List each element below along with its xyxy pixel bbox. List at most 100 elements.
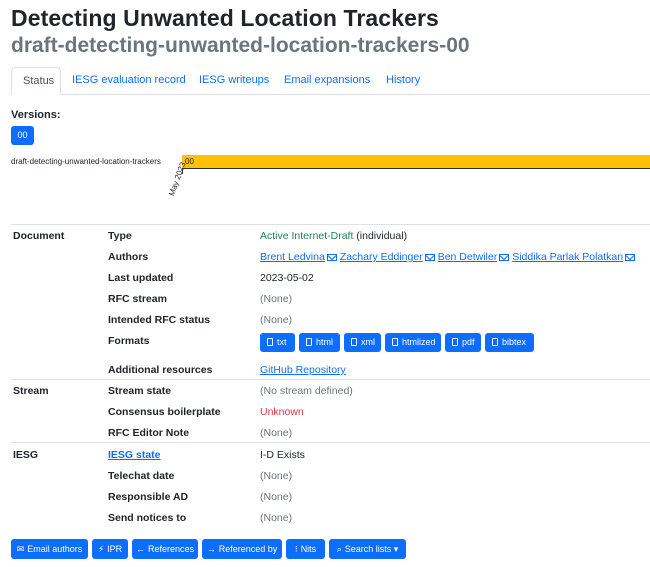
rfc-stream-label: RFC stream [108,293,167,305]
button-label: IPR [107,544,123,554]
last-updated-label: Last updated [108,272,174,284]
format-htmlized-button[interactable]: htmlized [385,333,441,352]
tab-iesg-evaluation-record[interactable]: IESG evaluation record [61,67,197,93]
vertical-dots-icon: ⁝ [294,544,298,554]
nits-button[interactable]: ⁝ Nits [286,539,325,559]
stream-state-label: Stream state [108,385,172,397]
row-responsible-ad: Responsible AD (None) [11,485,650,506]
section-stream: Stream [13,385,49,397]
consensus-label: Consensus boilerplate [108,406,221,418]
arrow-right-icon: → [206,544,216,554]
button-label: Referenced by [218,544,278,554]
search-icon: ⌕ [336,544,342,554]
email-icon[interactable] [424,253,435,261]
responsible-ad-value: (None) [260,491,293,503]
intended-status-label: Intended RFC status [108,314,211,326]
email-authors-button[interactable]: ✉ Email authors [11,539,88,559]
email-icon[interactable] [625,253,636,261]
tab-history[interactable]: History [375,67,431,93]
format-pdf-button[interactable]: pdf [445,333,481,352]
referenced-by-button[interactable]: → Referenced by [202,539,282,559]
row-additional-resources: Additional resources GitHub Repository [11,358,650,379]
responsible-ad-label: Responsible AD [108,491,189,503]
row-consensus: Consensus boilerplate Unknown [11,400,650,421]
file-icon [492,338,498,346]
iesg-state-value: I-D Exists [260,449,305,461]
tab-iesg-writeups[interactable]: IESG writeups [188,67,280,93]
format-bibtex-button[interactable]: bibtex [485,333,534,352]
format-label: htmlized [402,337,436,347]
authors-label: Authors [108,251,149,263]
stream-state-value: (No stream defined) [260,385,353,397]
page-title: Detecting Unwanted Location Trackers [11,5,439,31]
tab-status[interactable]: Status [11,67,61,95]
caret-down-icon: ▾ [393,544,399,554]
author-link[interactable]: Siddika Parlak Polatkan [512,251,623,263]
additional-resources-label: Additional resources [108,364,213,376]
row-authors: Authors Brent Ledvina Zachary Eddinger Ben… [11,245,650,266]
section-document: Document [13,230,65,242]
button-label: Email authors [27,544,83,554]
iesg-state-link[interactable]: IESG state [108,449,161,461]
rfc-editor-note-value: (None) [260,427,293,439]
timeline-date-label: May 2023 [167,160,188,198]
format-label: bibtex [502,337,527,347]
search-lists-dropdown[interactable]: ⌕ Search lists ▾ [329,539,406,559]
author-link[interactable]: Brent Ledvina [260,251,325,263]
telechat-label: Telechat date [108,470,175,482]
versions-label: Versions: [11,109,61,121]
row-telechat: Telechat date (None) [11,464,650,485]
rfc-editor-note-label: RFC Editor Note [108,427,190,439]
github-repository-link[interactable]: GitHub Repository [260,364,346,376]
format-label: pdf [462,337,475,347]
row-send-notices: Send notices to (None) [11,506,650,527]
type-label: Type [108,230,132,242]
timeline-draft-name: draft-detecting-unwanted-location-tracke… [11,157,161,166]
lightning-icon: ⚡ [97,544,105,554]
file-icon [351,338,357,346]
timeline-bar[interactable]: 00 [182,155,650,169]
envelope-icon: ✉ [16,544,25,554]
version-00-button[interactable]: 00 [11,126,34,145]
section-iesg: IESG [13,449,39,461]
author-link[interactable]: Zachary Eddinger [340,251,423,263]
references-button[interactable]: ← References [132,539,198,559]
draft-state: Active Internet-Draft [260,230,354,242]
format-label: txt [277,337,287,347]
file-icon [392,338,398,346]
rfc-stream-value: (None) [260,293,293,305]
format-html-button[interactable]: html [299,333,340,352]
tab-bar: Status IESG evaluation record IESG write… [11,67,650,95]
ipr-button[interactable]: ⚡ IPR [92,539,128,559]
button-label: References [147,544,195,554]
file-icon [452,338,458,346]
file-icon [267,338,273,346]
file-icon [306,338,312,346]
format-label: html [316,337,334,347]
telechat-value: (None) [260,470,293,482]
consensus-value: Unknown [260,406,304,418]
authors-list: Brent Ledvina Zachary Eddinger Ben Detwile… [260,251,638,263]
row-type: Document Type Active Internet-Draft (ind… [11,224,650,245]
email-icon[interactable] [326,253,337,261]
tab-email-expansions[interactable]: Email expansions [273,67,381,93]
last-updated-value: 2023-05-02 [260,272,314,284]
row-iesg-state: IESG IESG state I-D Exists [11,443,650,464]
row-rfc-stream: RFC stream (None) [11,287,650,308]
author-link[interactable]: Ben Detwiler [438,251,498,263]
row-rfc-editor-note: RFC Editor Note (None) [11,421,650,442]
button-label: Search lists [344,544,392,554]
draft-origin: (individual) [356,230,408,242]
format-label: xml [361,337,375,347]
intended-status-value: (None) [260,314,293,326]
row-intended-status: Intended RFC status (None) [11,308,650,329]
draft-name-subtitle: draft-detecting-unwanted-location-tracke… [11,34,470,57]
format-xml-button[interactable]: xml [344,333,381,352]
format-txt-button[interactable]: txt [260,333,295,352]
button-label: Nits [300,544,317,554]
send-notices-label: Send notices to [108,512,187,524]
row-last-updated: Last updated 2023-05-02 [11,266,650,287]
arrow-left-icon: ← [135,544,145,554]
email-icon[interactable] [499,253,510,261]
type-value: Active Internet-Draft (individual) [260,230,407,242]
